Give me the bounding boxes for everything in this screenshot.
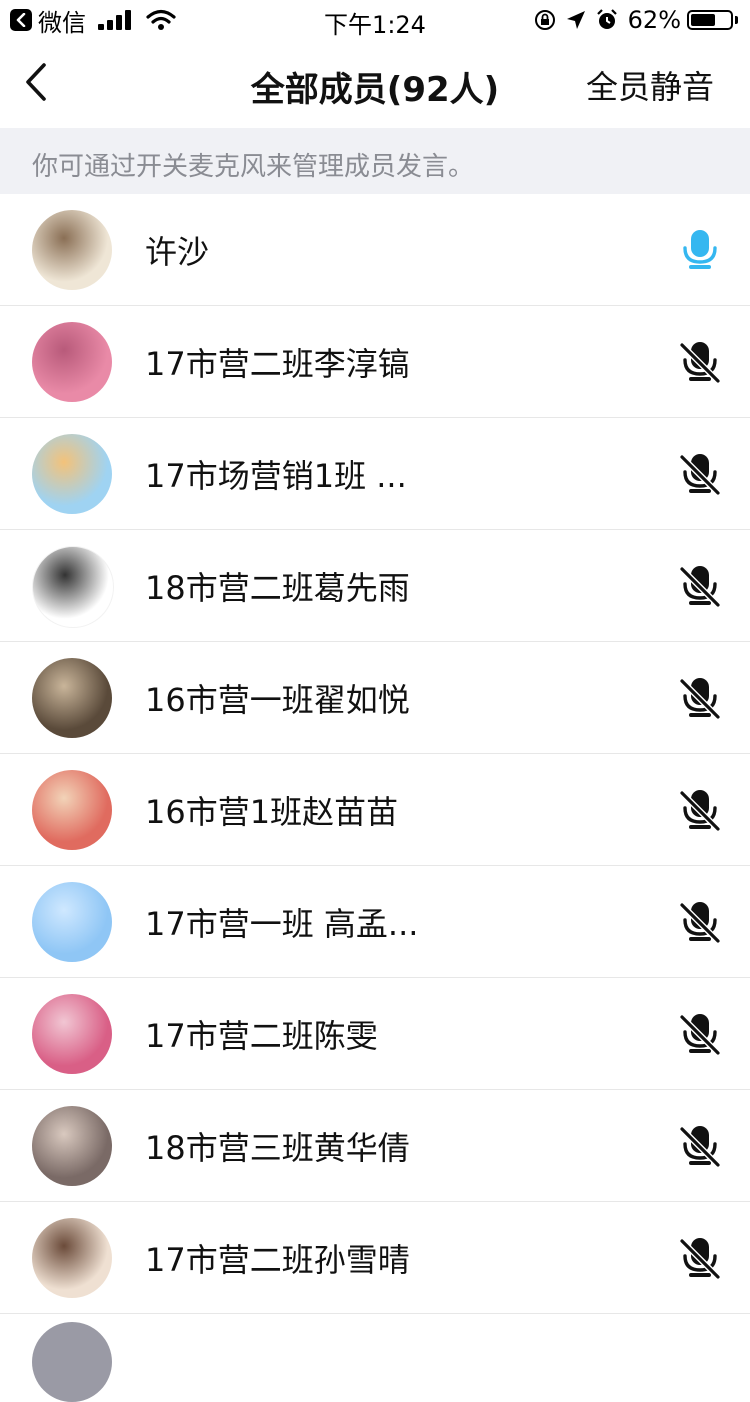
- member-name: 16市营1班赵苗苗: [145, 793, 399, 831]
- avatar[interactable]: [32, 1322, 112, 1402]
- microphone-muted-icon[interactable]: [678, 452, 722, 496]
- member-name: 17市营二班孙雪晴: [145, 1241, 410, 1279]
- hint-banner: 你可通过开关麦克风来管理成员发言。: [0, 128, 750, 194]
- microphone-muted-icon[interactable]: [678, 340, 722, 384]
- member-row[interactable]: 17市场营销1班 ...: [0, 418, 750, 530]
- microphone-muted-icon[interactable]: [678, 564, 722, 608]
- member-name: 18市营二班葛先雨: [145, 569, 410, 607]
- hint-text: 你可通过开关麦克风来管理成员发言。: [32, 152, 475, 182]
- navigation-bar: 全部成员(92人) 全员静音: [0, 40, 750, 128]
- battery-icon: [687, 10, 733, 30]
- status-bar-right: 62%: [524, 5, 738, 35]
- orientation-lock-icon: [534, 10, 555, 30]
- member-name: 17市场营销1班 ...: [145, 457, 407, 495]
- member-name: 18市营三班黄华倩: [145, 1129, 410, 1167]
- avatar[interactable]: [32, 210, 112, 290]
- member-name: 17市营二班李淳镐: [145, 345, 410, 383]
- member-name: 许沙: [145, 233, 210, 271]
- member-row[interactable]: 17市营二班孙雪晴: [0, 1202, 750, 1314]
- microphone-muted-icon[interactable]: [678, 788, 722, 832]
- mute-all-button[interactable]: 全员静音: [586, 62, 714, 108]
- microphone-muted-icon[interactable]: [678, 1124, 722, 1168]
- avatar[interactable]: [32, 322, 112, 402]
- microphone-muted-icon[interactable]: [678, 900, 722, 944]
- microphone-muted-icon[interactable]: [678, 1236, 722, 1280]
- member-row[interactable]: 17市营二班陈雯: [0, 978, 750, 1090]
- alarm-clock-icon: [596, 9, 617, 29]
- member-list: 许沙 17市营二班李淳镐 17市场营销1班 ... 18市营二班葛先雨 16市营…: [0, 194, 750, 1314]
- member-row[interactable]: 18市营三班黄华倩: [0, 1090, 750, 1202]
- avatar[interactable]: [32, 1106, 112, 1186]
- avatar[interactable]: [32, 770, 112, 850]
- member-row[interactable]: 18市营二班葛先雨: [0, 530, 750, 642]
- avatar[interactable]: [32, 994, 112, 1074]
- member-row[interactable]: 16市营一班翟如悦: [0, 642, 750, 754]
- avatar[interactable]: [32, 882, 112, 962]
- microphone-muted-icon[interactable]: [678, 1012, 722, 1056]
- member-name: 17市营二班陈雯: [145, 1017, 378, 1055]
- member-name: 16市营一班翟如悦: [145, 681, 410, 719]
- row-divider: [0, 1313, 750, 1314]
- member-name: 17市营一班 高孟...: [145, 905, 419, 943]
- member-row[interactable]: 17市营二班李淳镐: [0, 306, 750, 418]
- avatar[interactable]: [32, 658, 112, 738]
- member-row[interactable]: 17市营一班 高孟...: [0, 866, 750, 978]
- battery-cap: [735, 16, 738, 24]
- microphone-icon[interactable]: [678, 228, 722, 272]
- member-row[interactable]: 许沙: [0, 194, 750, 306]
- avatar[interactable]: [32, 1218, 112, 1298]
- battery-level: [691, 14, 715, 26]
- location-arrow-icon: [566, 11, 585, 29]
- member-row[interactable]: 16市营1班赵苗苗: [0, 754, 750, 866]
- avatar[interactable]: [32, 546, 114, 628]
- avatar[interactable]: [32, 434, 112, 514]
- battery-percent: 62%: [627, 6, 681, 34]
- status-bar: 微信 下午1:24 62%: [0, 0, 750, 40]
- microphone-muted-icon[interactable]: [678, 676, 722, 720]
